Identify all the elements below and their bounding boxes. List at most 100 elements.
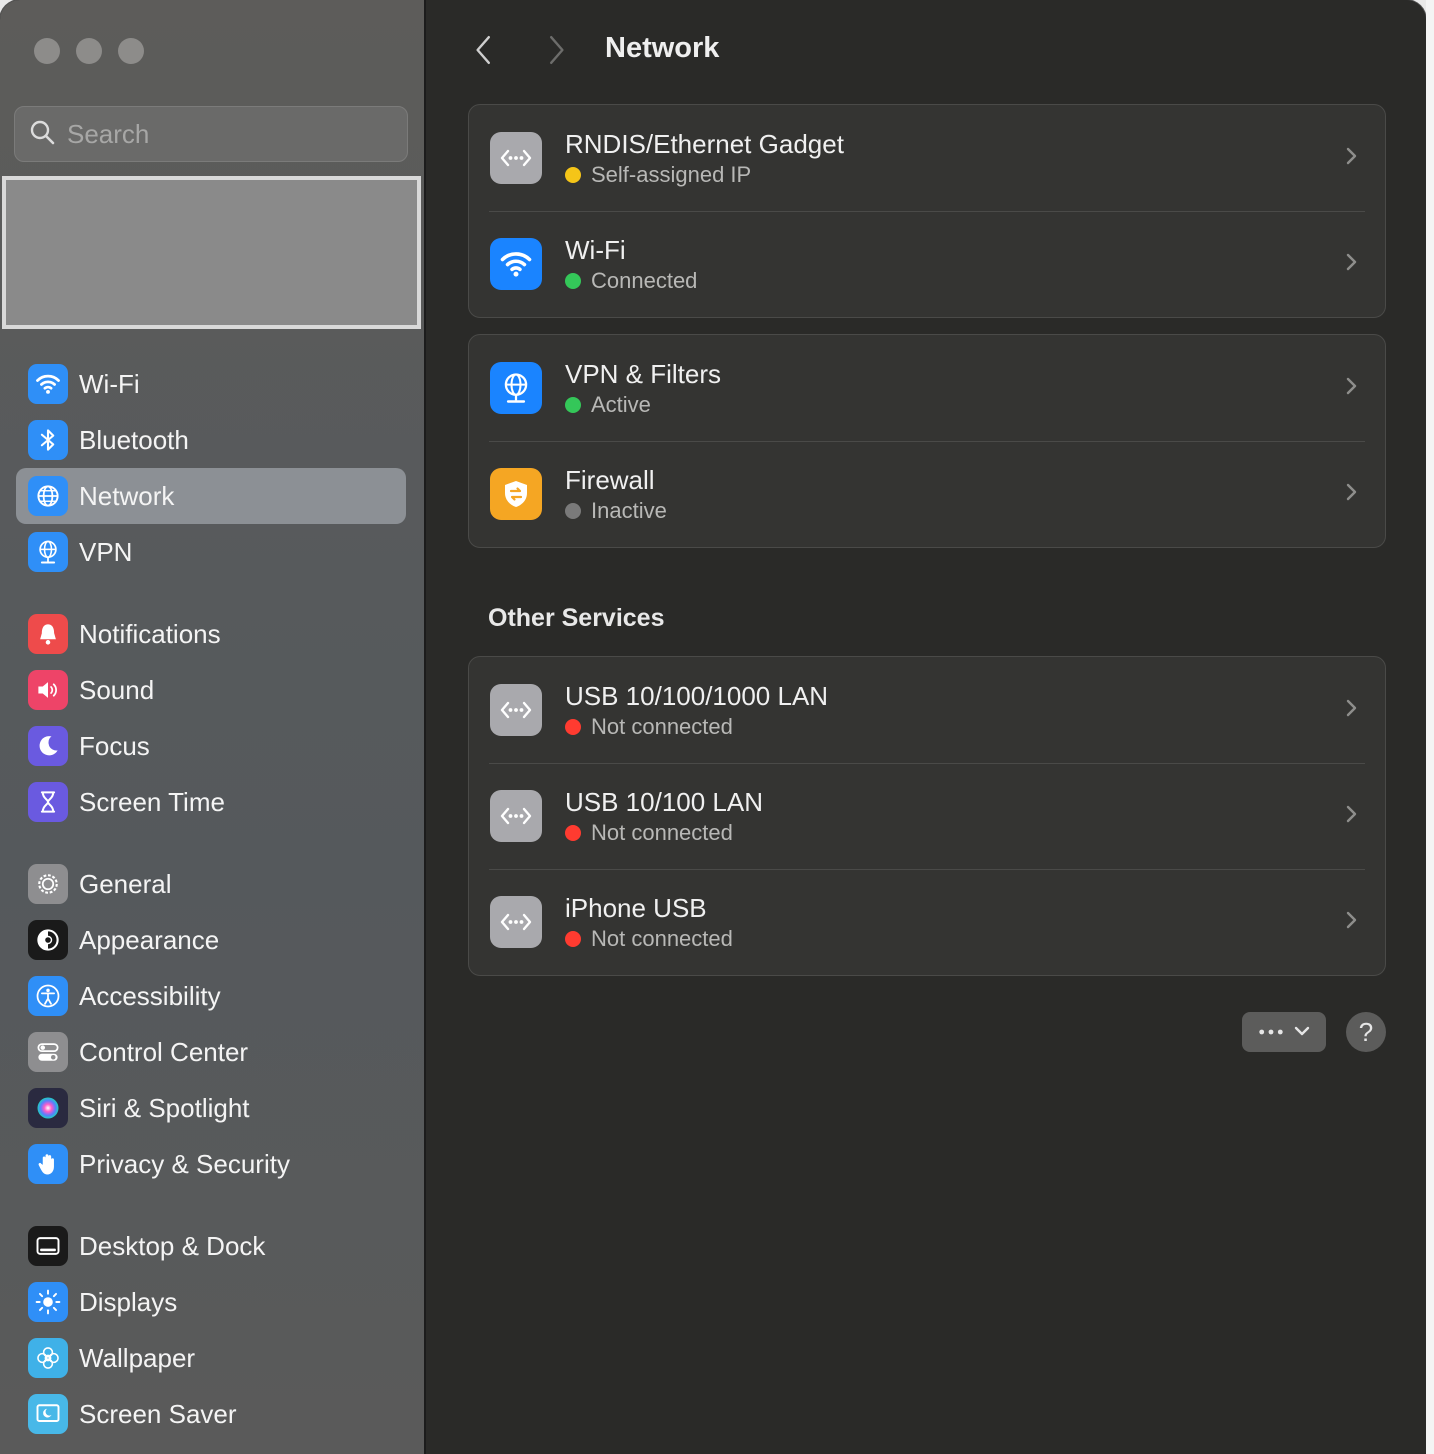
sidebar-item-focus[interactable]: Focus	[16, 718, 406, 774]
service-text: USB 10/100/1000 LAN Not connected	[565, 680, 1339, 740]
chevron-right-icon	[1339, 374, 1385, 403]
sidebar-section: Desktop & Dock Displays Wallpaper Screen Sa…	[16, 1218, 406, 1442]
status-text: Inactive	[591, 498, 667, 523]
sidebar-item-label: Focus	[79, 730, 150, 761]
sidebar-section: Wi-Fi Bluetooth Network VPN	[16, 356, 406, 580]
bluetooth-icon	[28, 420, 68, 460]
status-dot	[565, 273, 581, 289]
other-services-group: USB 10/100/1000 LAN Not connected USB 10/1…	[468, 656, 1386, 976]
sidebar-item-label: Wi-Fi	[79, 368, 140, 399]
help-button[interactable]: ?	[1346, 1012, 1386, 1052]
flower-icon	[28, 1338, 68, 1378]
sidebar-item-vpn[interactable]: VPN	[16, 524, 406, 580]
sidebar-item-label: Control Center	[79, 1036, 249, 1067]
status-text: Self-assigned IP	[591, 162, 752, 187]
ethernet-icon	[490, 790, 542, 842]
search-icon	[29, 119, 55, 150]
wifi-icon	[490, 238, 542, 290]
sidebar-item-privacy-security[interactable]: Privacy & Security	[16, 1136, 406, 1192]
sidebar-item-accessibility[interactable]: Accessibility	[16, 968, 406, 1024]
service-row-wi-fi[interactable]: Wi-Fi Connected	[469, 211, 1385, 317]
sidebar-item-label: Appearance	[79, 924, 220, 955]
search-input[interactable]	[67, 118, 387, 150]
service-text: RNDIS/Ethernet Gadget Self-assigned IP	[565, 128, 1339, 188]
service-status: Not connected	[565, 714, 1339, 740]
bell-icon	[28, 614, 68, 654]
sidebar-item-siri-spotlight[interactable]: Siri & Spotlight	[16, 1080, 406, 1136]
siri-icon	[28, 1088, 68, 1128]
gear-icon	[28, 864, 68, 904]
service-row-firewall[interactable]: Firewall Inactive	[469, 441, 1385, 547]
search-field[interactable]	[14, 106, 408, 162]
firewall-icon	[490, 468, 542, 520]
zoom-button[interactable]	[118, 38, 144, 64]
sidebar-item-screen-time[interactable]: Screen Time	[16, 774, 406, 830]
wifi-icon	[28, 364, 68, 404]
sidebar: Wi-Fi Bluetooth Network VPN Notifications Sou…	[0, 0, 426, 1454]
service-row-usb-10-100-lan[interactable]: USB 10/100 LAN Not connected	[469, 763, 1385, 869]
status-dot	[565, 825, 581, 841]
sidebar-item-bluetooth[interactable]: Bluetooth	[16, 412, 406, 468]
back-button[interactable]	[464, 30, 504, 70]
sidebar-item-wi-fi[interactable]: Wi-Fi	[16, 356, 406, 412]
status-dot	[565, 167, 581, 183]
status-text: Not connected	[591, 926, 733, 951]
sidebar-item-label: Accessibility	[79, 980, 221, 1011]
sidebar-item-label: General	[79, 868, 172, 899]
page-title: Network	[605, 32, 720, 64]
sidebar-item-label: Desktop & Dock	[79, 1230, 266, 1261]
vpn-firewall-group: VPN & Filters Active Firewall Inactive	[468, 334, 1386, 548]
sidebar-item-screen-saver[interactable]: Screen Saver	[16, 1386, 406, 1442]
sidebar-section: General Appearance Accessibility Control Ce…	[16, 856, 406, 1192]
service-name: Wi-Fi	[565, 235, 626, 265]
sidebar-item-general[interactable]: General	[16, 856, 406, 912]
sidebar-item-wallpaper[interactable]: Wallpaper	[16, 1330, 406, 1386]
sidebar-item-label: VPN	[79, 536, 133, 567]
chevron-down-icon	[1294, 1023, 1310, 1041]
service-name: USB 10/100/1000 LAN	[565, 681, 829, 711]
ellipsis-icon	[1258, 1023, 1284, 1041]
sidebar-item-appearance[interactable]: Appearance	[16, 912, 406, 968]
forward-button[interactable]	[536, 30, 576, 70]
vpn-globe-icon	[490, 362, 542, 414]
chevron-right-icon	[1339, 480, 1385, 509]
sidebar-item-sound[interactable]: Sound	[16, 662, 406, 718]
status-dot	[565, 397, 581, 413]
status-dot	[565, 719, 581, 735]
sidebar-item-displays[interactable]: Displays	[16, 1274, 406, 1330]
sidebar-item-network[interactable]: Network	[16, 468, 406, 524]
service-row-rndis-ethernet-gadget[interactable]: RNDIS/Ethernet Gadget Self-assigned IP	[469, 105, 1385, 211]
status-text: Connected	[591, 268, 698, 293]
sidebar-item-label: Privacy & Security	[79, 1148, 290, 1179]
service-name: RNDIS/Ethernet Gadget	[565, 129, 844, 159]
sidebar-item-label: Siri & Spotlight	[79, 1092, 250, 1123]
background-window-edge	[1426, 0, 1434, 1454]
sidebar-item-label: Network	[79, 480, 175, 511]
service-text: iPhone USB Not connected	[565, 892, 1339, 952]
sidebar-section: Notifications Sound Focus Screen Time	[16, 606, 406, 830]
more-actions-button[interactable]	[1242, 1012, 1326, 1052]
chevron-right-icon	[1339, 696, 1385, 725]
service-row-vpn-filters[interactable]: VPN & Filters Active	[469, 335, 1385, 441]
settings-window: Wi-Fi Bluetooth Network VPN Notifications Sou…	[0, 0, 1426, 1454]
vpn-globe-icon	[28, 532, 68, 572]
interfaces-group: RNDIS/Ethernet Gadget Self-assigned IP Wi-…	[468, 104, 1386, 318]
ethernet-icon	[490, 132, 542, 184]
minimize-button[interactable]	[76, 38, 102, 64]
service-text: Wi-Fi Connected	[565, 234, 1339, 294]
sidebar-item-desktop-dock[interactable]: Desktop & Dock	[16, 1218, 406, 1274]
service-row-usb-10-100-1000-lan[interactable]: USB 10/100/1000 LAN Not connected	[469, 657, 1385, 763]
sidebar-item-notifications[interactable]: Notifications	[16, 606, 406, 662]
service-name: iPhone USB	[565, 893, 707, 923]
service-row-iphone-usb[interactable]: iPhone USB Not connected	[469, 869, 1385, 975]
accessibility-icon	[28, 976, 68, 1016]
account-profile-redacted[interactable]	[2, 176, 421, 329]
close-button[interactable]	[34, 38, 60, 64]
chevron-right-icon	[1339, 250, 1385, 279]
service-name: VPN & Filters	[565, 359, 722, 389]
sidebar-item-control-center[interactable]: Control Center	[16, 1024, 406, 1080]
sidebar-item-label: Displays	[79, 1286, 178, 1317]
sidebar-item-label: Screen Time	[79, 786, 225, 817]
service-status: Active	[565, 392, 1339, 418]
service-status: Not connected	[565, 926, 1339, 952]
